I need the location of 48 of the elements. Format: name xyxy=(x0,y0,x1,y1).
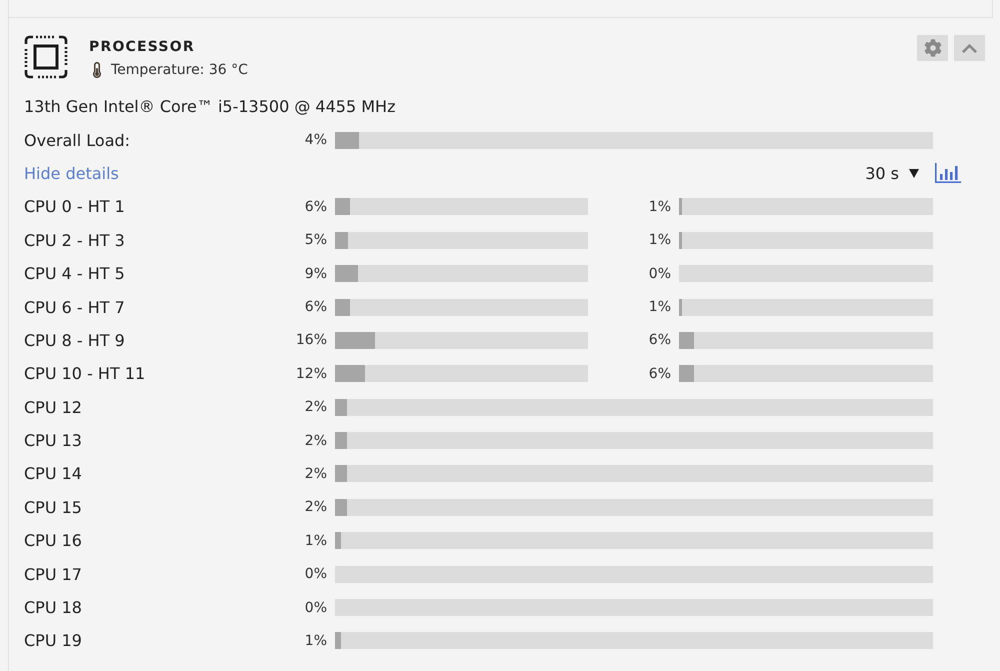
load-percent: 1% xyxy=(304,632,327,649)
hide-details-link[interactable]: Hide details xyxy=(24,164,119,183)
settings-icon xyxy=(924,39,942,57)
cpu-label: CPU 10 - HT 11 xyxy=(24,364,146,384)
cpu-label: CPU 6 - HT 7 xyxy=(24,298,125,317)
panel-title: PROCESSOR xyxy=(89,38,196,57)
interval-dropdown[interactable]: 30 s xyxy=(865,164,919,183)
load-percent: 1% xyxy=(304,532,327,549)
processor-chip-icon xyxy=(24,35,68,79)
cpu-label: CPU 12 xyxy=(24,398,82,417)
load-percent: 0% xyxy=(304,566,327,582)
load-percent: 2% xyxy=(304,466,327,482)
cpu-label: CPU 2 - HT 3 xyxy=(24,230,125,250)
cpu-label: CPU 16 xyxy=(24,531,82,550)
temperature-text: Temperature: 36 °C xyxy=(111,62,248,78)
collapse-button[interactable] xyxy=(954,35,985,61)
cpu-label: CPU 18 xyxy=(24,598,82,618)
cpu-label: CPU 15 xyxy=(24,498,82,517)
load-percent: 4% xyxy=(304,132,327,148)
load-percent: 5% xyxy=(304,232,327,248)
overall-load-label: Overall Load: xyxy=(24,130,130,150)
load-percent: 1% xyxy=(648,232,671,248)
load-percent: 2% xyxy=(304,499,327,516)
load-percent: 6% xyxy=(648,366,671,382)
bar-chart-icon xyxy=(935,163,961,184)
cpu-label: CPU 17 xyxy=(24,564,82,584)
load-percent: 9% xyxy=(304,266,327,282)
chart-button[interactable] xyxy=(935,163,961,184)
load-percent: 1% xyxy=(648,299,671,316)
caret-down-icon xyxy=(909,168,919,178)
load-percent: 6% xyxy=(304,299,327,316)
cpu-label: CPU 0 - HT 1 xyxy=(24,197,125,216)
processor-model: 13th Gen Intel® Core™ i5-13500 @ 4455 MHz xyxy=(24,97,396,116)
load-percent: 2% xyxy=(304,399,327,416)
load-percent: 0% xyxy=(648,266,671,282)
settings-button[interactable] xyxy=(917,35,948,61)
load-percent: 6% xyxy=(648,332,671,348)
cpu-label: CPU 4 - HT 5 xyxy=(24,264,125,284)
cpu-label: CPU 13 xyxy=(24,431,82,450)
load-percent: 0% xyxy=(304,600,327,616)
load-percent: 12% xyxy=(296,366,327,382)
load-percent: 16% xyxy=(296,332,327,348)
load-percent: 6% xyxy=(304,198,327,215)
cpu-label: CPU 19 xyxy=(24,631,82,650)
cpu-label: CPU 14 xyxy=(24,464,82,484)
load-percent: 2% xyxy=(304,432,327,449)
load-percent: 1% xyxy=(648,198,671,215)
cpu-label: CPU 8 - HT 9 xyxy=(24,330,125,350)
